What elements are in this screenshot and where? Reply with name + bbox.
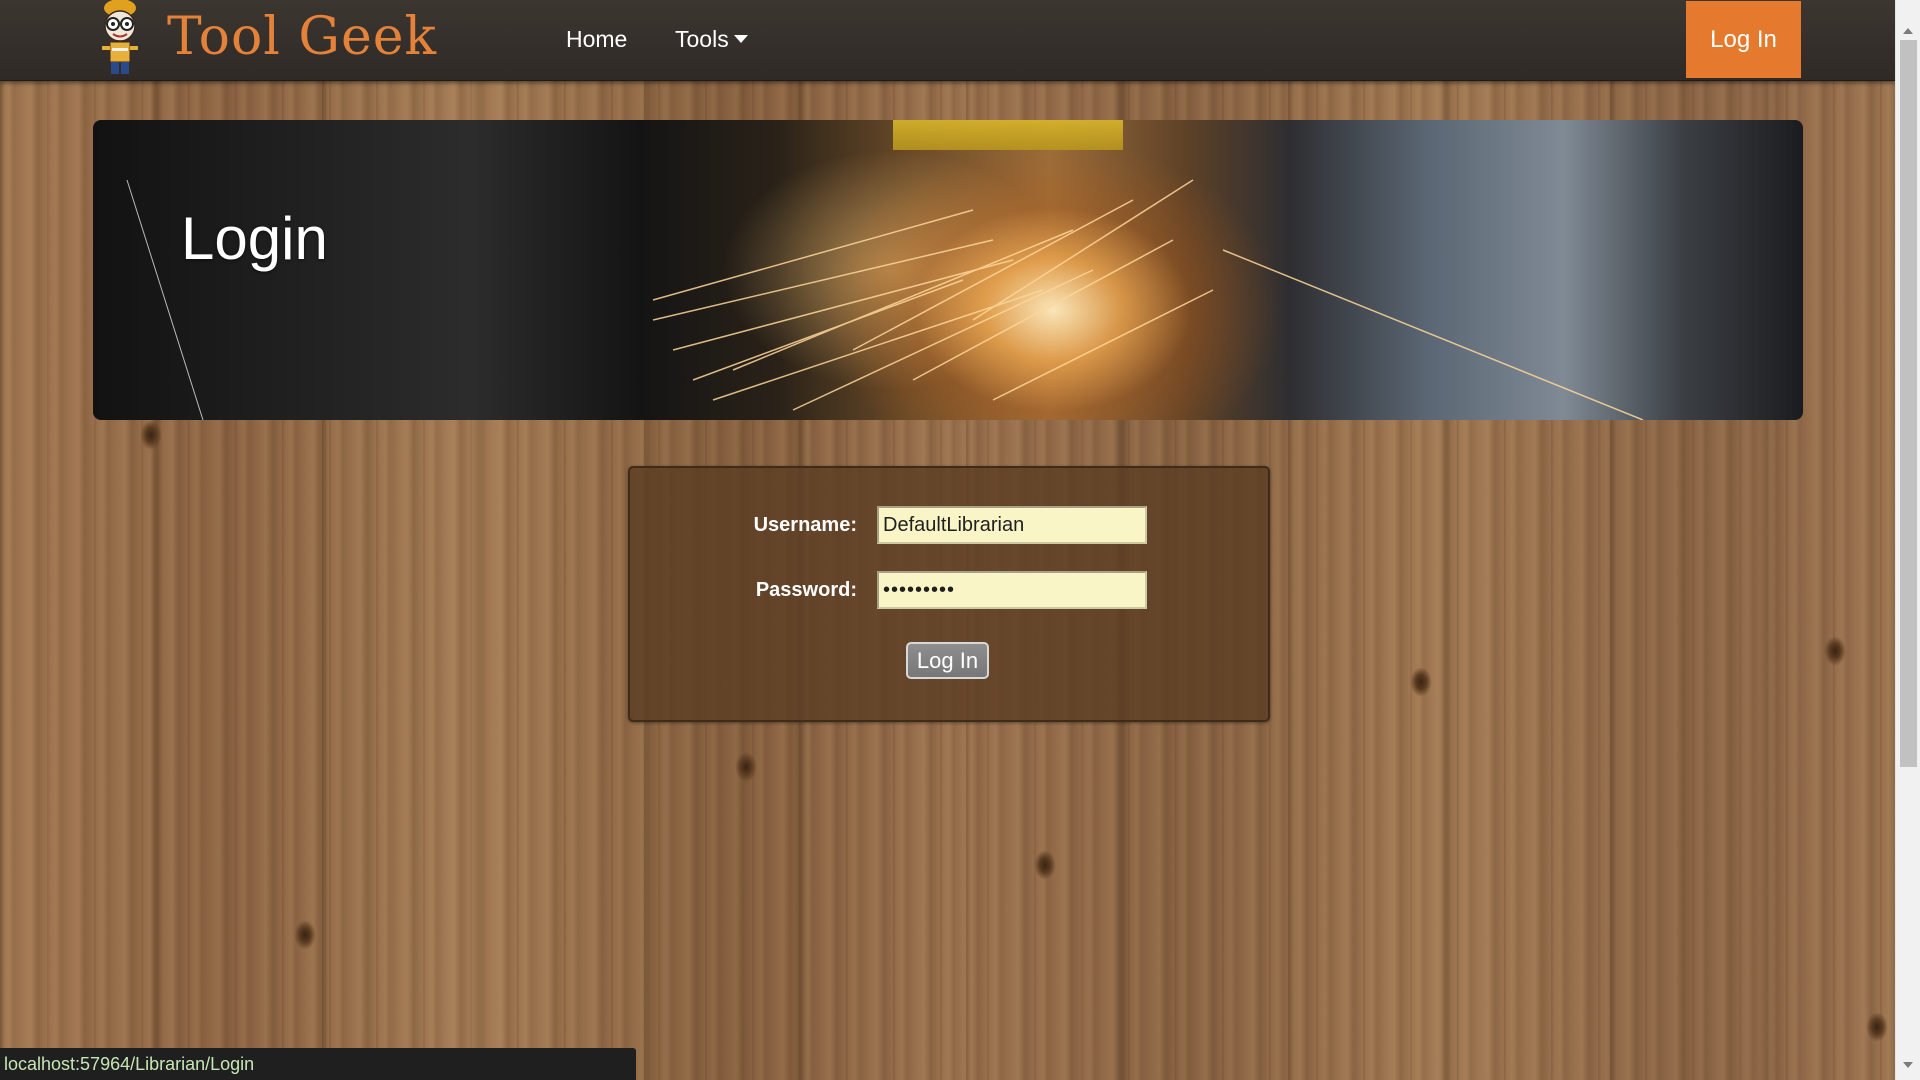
password-label: Password: [755,579,857,601]
scroll-thumb[interactable] [1900,40,1917,767]
page-title: Login [181,205,328,272]
nav-tools-label: Tools [675,26,729,52]
wood-knot [294,920,316,950]
password-field[interactable] [877,571,1147,609]
username-label: Username: [753,514,857,536]
geek-mascot-icon[interactable] [92,0,148,78]
wood-knot [1034,850,1056,880]
nav-tools-dropdown[interactable]: Tools [675,24,748,54]
browser-status-bar: localhost:57964/Librarian/Login [0,1048,636,1080]
top-navbar: Tool Geek Home Tools Log In [0,0,1895,81]
sparks-graphic [126,179,1644,420]
username-field[interactable] [877,506,1147,544]
brand-title[interactable]: Tool Geek [167,2,437,72]
wood-knot [1410,667,1432,697]
hero-banner [93,120,1803,420]
nav-home-link[interactable]: Home [566,24,627,54]
scroll-down-icon[interactable] [1903,1062,1913,1068]
nav-login-button[interactable]: Log In [1686,1,1801,78]
wood-knot [140,420,162,450]
wood-knot [735,752,757,782]
caret-down-icon [733,35,748,44]
wood-knot [1866,1012,1888,1042]
login-submit-button[interactable]: Log In [906,642,989,679]
wood-knot [1824,636,1846,666]
vertical-scrollbar[interactable] [1895,0,1920,1080]
scroll-up-icon[interactable] [1903,28,1913,34]
